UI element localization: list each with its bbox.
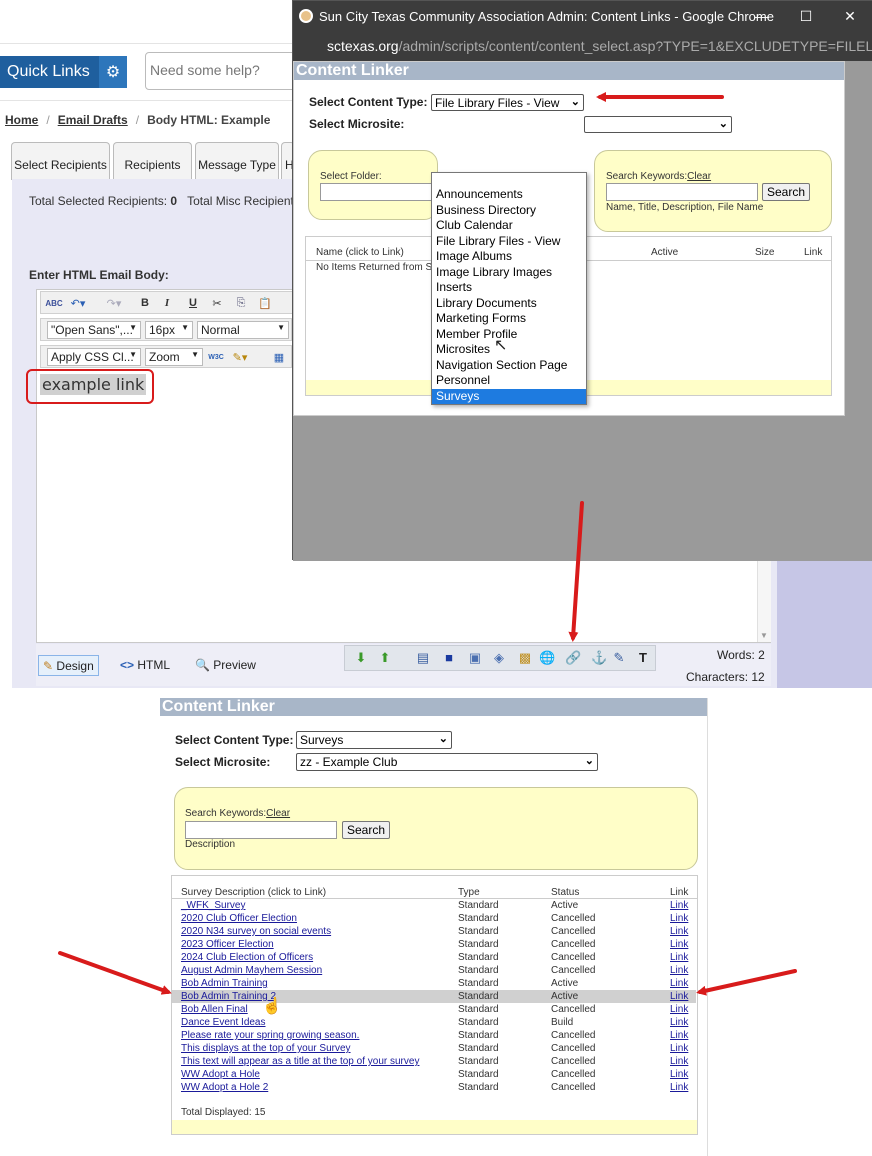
arrow-to-highlighted-row — [58, 951, 172, 995]
arrow-to-row-link — [696, 969, 797, 996]
annotation-arrows — [58, 92, 797, 996]
arrow-to-link-icon — [568, 501, 584, 642]
